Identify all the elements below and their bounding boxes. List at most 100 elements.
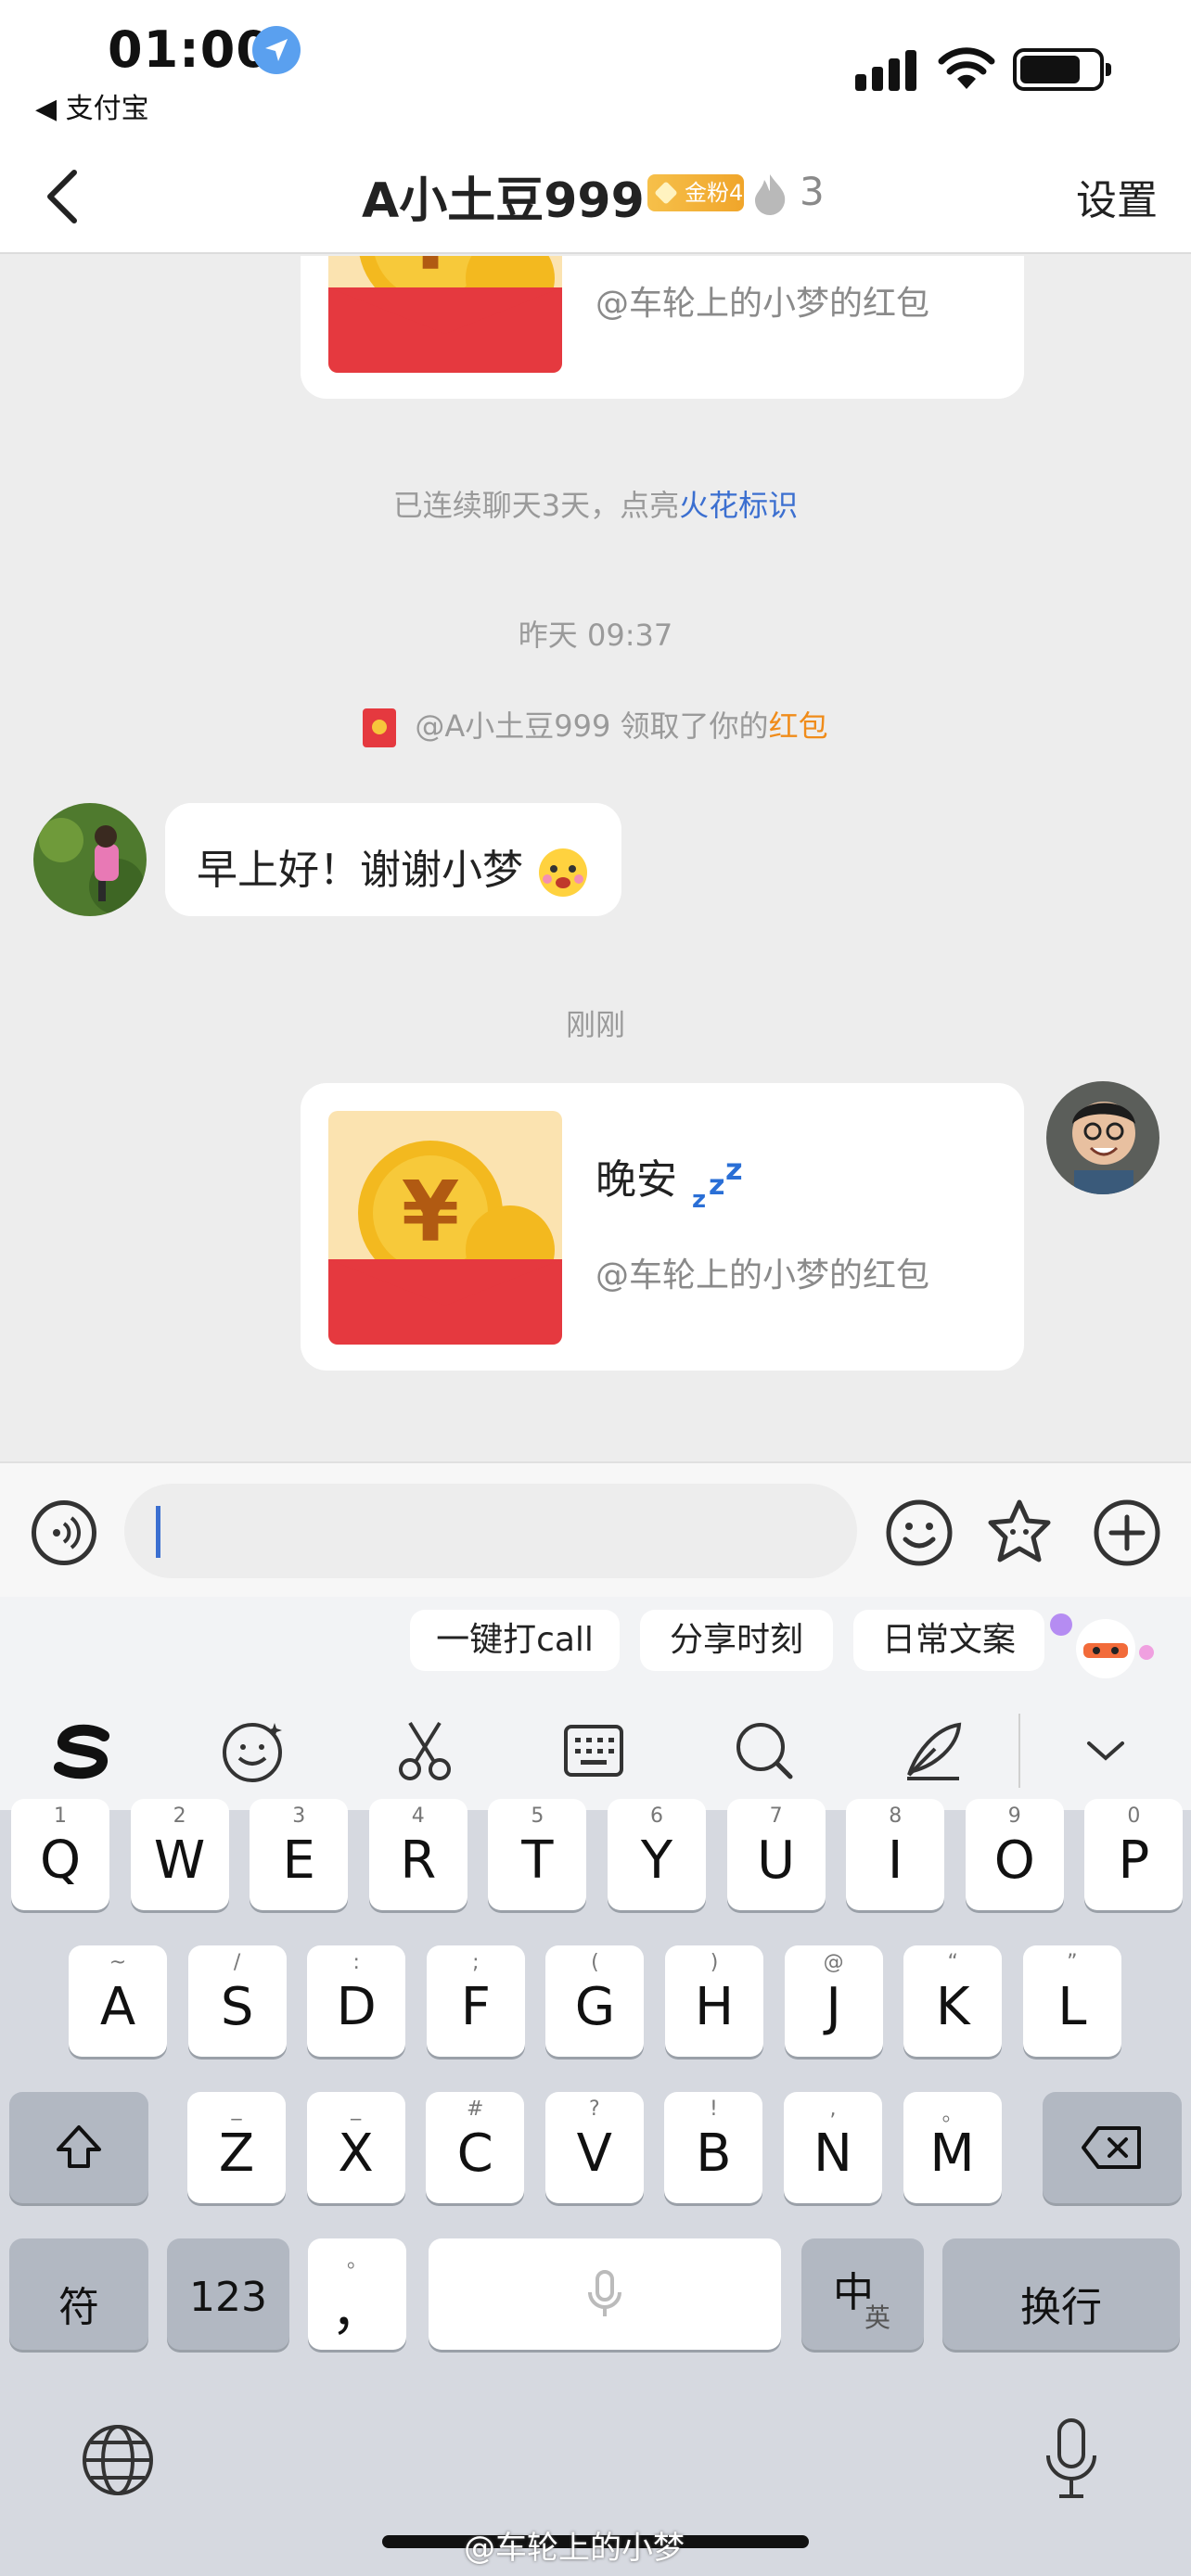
voice-input-button[interactable] xyxy=(32,1500,96,1565)
assistant-mascot-icon[interactable] xyxy=(1048,1600,1159,1686)
message-input-bar xyxy=(0,1461,1191,1597)
key-g[interactable]: (G xyxy=(545,1945,645,2057)
symbol-key[interactable]: 符 xyxy=(9,2238,148,2350)
collapse-keyboard-chevron-icon[interactable] xyxy=(1070,1715,1141,1786)
enter-key[interactable]: 换行 xyxy=(942,2238,1180,2350)
scissors-icon[interactable] xyxy=(390,1715,460,1786)
fan-level-badge: 金粉4 xyxy=(647,174,744,211)
chat-header: A小土豆999 金粉4 3 设置 xyxy=(0,139,1191,254)
svg-text:z: z xyxy=(692,1186,706,1211)
key-p[interactable]: 0P xyxy=(1084,1799,1184,1910)
contact-avatar[interactable] xyxy=(33,803,147,916)
chip-daily-copy[interactable]: 日常文案 xyxy=(853,1610,1044,1671)
flame-icon xyxy=(755,174,786,215)
search-icon[interactable] xyxy=(729,1715,800,1786)
voice-icon xyxy=(53,1516,81,1549)
my-avatar[interactable] xyxy=(1046,1081,1159,1194)
svg-text:¥: ¥ xyxy=(402,256,460,289)
dictation-microphone-icon[interactable] xyxy=(1043,2417,1100,2502)
red-packet-image: ¥ xyxy=(328,1111,562,1345)
timestamp: 刚刚 xyxy=(565,1007,625,1042)
number-key[interactable]: 123 xyxy=(167,2238,289,2350)
red-packet-title: 晚安 z z z xyxy=(596,1146,748,1214)
key-w[interactable]: 2W xyxy=(130,1799,229,1910)
red-packet-image: ¥ xyxy=(328,256,562,373)
key-x[interactable]: _ X xyxy=(306,2092,405,2203)
sticker-button-icon[interactable] xyxy=(983,1497,1056,1569)
streak-count: 3 xyxy=(800,169,825,214)
comma-key[interactable]: 。 ， xyxy=(308,2238,406,2350)
cellular-signal-icon xyxy=(855,50,916,91)
svg-text:z: z xyxy=(725,1154,743,1187)
key-t[interactable]: 5T xyxy=(488,1799,587,1910)
key-q[interactable]: 1Q xyxy=(11,1799,109,1910)
red-packet-link[interactable]: 红包 xyxy=(769,708,828,744)
pen-icon[interactable] xyxy=(898,1715,968,1786)
key-b[interactable]: ! B xyxy=(664,2092,763,2203)
key-v[interactable]: ? V xyxy=(544,2092,644,2203)
backspace-key[interactable] xyxy=(1043,2092,1182,2203)
key-k[interactable]: “K xyxy=(903,1945,1003,2057)
suggestion-chips: 一键打call 分享时刻 日常文案 xyxy=(0,1597,1191,1690)
sogou-logo-icon[interactable] xyxy=(48,1715,119,1786)
plus-button-icon[interactable] xyxy=(1091,1497,1163,1569)
battery-icon xyxy=(1013,48,1111,91)
status-bar: 01:00 ◀ 支付宝 xyxy=(0,0,1191,139)
shift-key[interactable] xyxy=(9,2092,148,2203)
settings-button[interactable]: 设置 xyxy=(1076,167,1158,226)
key-d[interactable]: :D xyxy=(307,1945,406,2057)
message-input[interactable] xyxy=(124,1484,857,1578)
key-z[interactable]: _ Z xyxy=(187,2092,286,2203)
red-packet-claim-notice: @A小土豆999 领取了你的红包 xyxy=(0,703,1191,747)
watermark: @车轮上的小梦 xyxy=(464,2530,685,2567)
incoming-message-bubble[interactable]: 早上好！谢谢小梦 xyxy=(165,803,621,916)
globe-icon[interactable] xyxy=(80,2422,156,2498)
svg-text:¥: ¥ xyxy=(402,1164,460,1261)
chat-title: A小土豆999 xyxy=(362,173,645,229)
key-s[interactable]: / S xyxy=(187,1945,287,2057)
back-chevron-icon[interactable] xyxy=(28,159,102,234)
key-c[interactable]: # C xyxy=(426,2092,525,2203)
red-packet-sender: @车轮上的小梦的红包 xyxy=(596,1256,930,1294)
timestamp: 昨天 09:37 xyxy=(518,618,673,653)
wifi-icon xyxy=(938,47,995,89)
key-i[interactable]: 8I xyxy=(846,1799,945,1910)
space-key[interactable] xyxy=(429,2238,781,2350)
chip-share-moment[interactable]: 分享时刻 xyxy=(640,1610,833,1671)
key-j[interactable]: @ J xyxy=(784,1945,883,2057)
toolbar-divider xyxy=(1018,1714,1020,1788)
red-packet-message[interactable]: ¥ 晚安 z z z @车轮上的小梦的红包 xyxy=(301,1083,1024,1371)
key-o[interactable]: 9O xyxy=(965,1799,1064,1910)
emoji-icon[interactable] xyxy=(217,1715,288,1786)
backspace-icon xyxy=(1082,2126,1141,2169)
key-y[interactable]: 6Y xyxy=(608,1799,706,1910)
red-packet-sender: @车轮上的小梦的红包 xyxy=(596,285,930,323)
clock: 01:00 xyxy=(108,20,272,79)
key-a[interactable]: ~ A xyxy=(69,1945,167,2057)
blushing-emoji-icon xyxy=(539,848,587,897)
key-m[interactable]: 。 M xyxy=(903,2092,1002,2203)
key-e[interactable]: 3E xyxy=(250,1799,349,1910)
key-l[interactable]: ” L xyxy=(1022,1945,1121,2057)
emoji-button-icon[interactable] xyxy=(883,1497,955,1569)
text-caret xyxy=(156,1506,160,1558)
back-to-app-link[interactable]: ◀ 支付宝 xyxy=(35,85,149,126)
svg-text:z: z xyxy=(709,1169,724,1202)
sleeping-zzz-icon: z z z xyxy=(692,1152,743,1214)
keyboard-toolbar xyxy=(0,1690,1191,1810)
keyboard: 一键打call 分享时刻 日常文案 符 123 。 ， 中 英 换行 1 Q 2… xyxy=(0,1597,1191,2576)
language-toggle-key[interactable]: 中 英 xyxy=(801,2238,924,2350)
keyboard-layout-icon[interactable] xyxy=(558,1715,629,1786)
key-n[interactable]: ,N xyxy=(784,2092,882,2203)
key-f[interactable]: ; F xyxy=(426,1945,525,2057)
message-list[interactable]: ¥ 来咯 @车轮上的小梦的红包 已连续聊天3天，点亮火花标识 昨天 09:37 … xyxy=(0,256,1191,1461)
streak-notice: 已连续聊天3天，点亮火花标识 xyxy=(392,488,799,523)
red-packet-title: 来咯 xyxy=(596,256,677,261)
gem-icon xyxy=(654,181,678,205)
spark-badge-link[interactable]: 火花标识 xyxy=(679,488,798,523)
key-h[interactable]: ) H xyxy=(665,1945,763,2057)
red-packet-message[interactable]: ¥ 来咯 @车轮上的小梦的红包 xyxy=(301,256,1024,399)
key-u[interactable]: 7U xyxy=(726,1799,826,1910)
chip-call[interactable]: 一键打call xyxy=(410,1610,620,1671)
key-r[interactable]: 4R xyxy=(368,1799,467,1910)
